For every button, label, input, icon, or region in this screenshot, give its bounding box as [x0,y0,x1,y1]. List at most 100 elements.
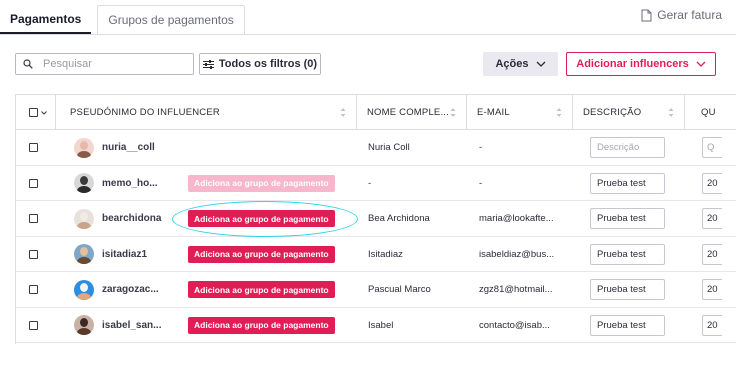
add-to-payment-group-button[interactable]: Adiciona ao grupo de pagamento [188,316,335,334]
quantity-input[interactable]: 20 [702,172,722,194]
row-checkbox[interactable] [29,320,38,330]
actions-label: Ações [495,58,529,70]
search-placeholder: Pesquisar [43,58,92,70]
avatar[interactable] [74,244,94,264]
avatar[interactable] [74,173,94,193]
add-to-payment-group-button[interactable]: Adiciona ao grupo de pagamento [188,174,335,192]
chevron-down-icon[interactable] [41,110,47,115]
influencer-cell[interactable]: bearchidona [74,201,184,236]
influencer-cell[interactable]: isitadiaz1 [74,237,184,272]
row-checkbox-cell [29,201,49,236]
table-header: PSEUDÓNIMO DO INFLUENCER NOME COMPLE... … [16,94,736,130]
all-filters-button[interactable]: Todos os filtros (0) [199,53,321,75]
add-to-payment-group-button[interactable]: Adiciona ao grupo de pagamento [188,281,335,298]
avatar[interactable] [74,315,94,335]
column-header-full-name[interactable]: NOME COMPLE... [357,95,467,130]
avatar[interactable] [74,279,94,300]
full-name: - [368,177,372,189]
email-cell: zgz81@hotmail... [479,272,574,307]
tab-grupos-de-pagamentos[interactable]: Grupos de pagamentos [97,5,245,34]
chevron-down-icon [696,61,706,67]
email-cell: - [479,166,574,201]
full-name: Isabel [368,319,394,331]
influencer-cell[interactable]: memo_ho... [74,166,184,201]
full-name: Isitadiaz [368,248,403,260]
description-input[interactable]: Prueba test [590,243,665,265]
sort-icon[interactable] [556,107,562,118]
column-header-description[interactable]: DESCRIÇÃO [573,95,685,130]
quantity-input[interactable]: 20 [702,243,722,265]
actions-dropdown[interactable]: Ações [483,52,558,76]
influencer-username[interactable]: memo_ho... [102,178,158,189]
influencer-cell[interactable]: isabel_san... [74,308,184,343]
chevron-down-icon [536,61,545,67]
row-checkbox-cell [29,272,49,307]
search-input[interactable]: Pesquisar [15,53,194,75]
influencers-table: PSEUDÓNIMO DO INFLUENCER NOME COMPLE... … [15,94,736,344]
email: contacto@isab... [479,319,550,331]
tab-bar: Pagamentos Grupos de pagamentos [0,5,245,34]
payment-group-cell: Adiciona ao grupo de pagamento [188,237,358,272]
full-name-cell: Bea Archidona [368,201,468,236]
table-row[interactable]: bearchidona Adiciona ao grupo de pagamen… [16,201,736,237]
sort-icon[interactable] [450,107,456,118]
add-influencers-label: Adicionar influencers [576,58,689,70]
email-cell: - [479,130,574,165]
select-all-checkbox[interactable] [29,108,38,117]
description-input[interactable]: Prueba test [590,208,665,229]
table-row[interactable]: isitadiaz1 Adiciona ao grupo de pagament… [16,237,736,272]
payment-group-cell: Adiciona ao grupo de pagamento [188,272,358,307]
add-to-payment-group-button[interactable]: Adiciona ao grupo de pagamento [188,210,335,227]
sort-icon[interactable] [340,107,346,118]
quantity-input[interactable]: 20 [702,279,722,300]
avatar[interactable] [74,137,94,158]
column-label: E-MAIL [477,107,510,118]
email: zgz81@hotmail... [479,284,553,295]
quantity-input[interactable]: 20 [702,208,722,229]
table-row[interactable]: memo_ho... Adiciona ao grupo de pagament… [16,166,736,201]
quantity-input[interactable]: Q [702,137,722,158]
row-checkbox[interactable] [29,214,38,223]
filter-sliders-icon [202,59,214,69]
gerar-fatura-label: Gerar fatura [657,8,722,22]
full-name: Pascual Marco [368,284,431,295]
sort-icon[interactable] [668,107,674,118]
column-header-email[interactable]: E-MAIL [467,95,573,130]
column-header-pseudonym[interactable]: PSEUDÓNIMO DO INFLUENCER [56,95,357,130]
row-checkbox[interactable] [29,178,38,188]
add-to-payment-group-button[interactable]: Adiciona ao grupo de pagamento [188,245,335,263]
description-input[interactable]: Prueba test [590,279,665,300]
select-all-header[interactable] [16,95,56,130]
description-input[interactable]: Prueba test [590,172,665,194]
influencer-username[interactable]: zaragozac... [102,284,159,295]
add-influencers-button[interactable]: Adicionar influencers [566,52,716,76]
row-checkbox[interactable] [29,285,38,294]
row-checkbox[interactable] [29,249,38,259]
influencer-username[interactable]: nuria__coll [102,142,155,153]
payment-group-cell: Adiciona ao grupo de pagamento [188,166,358,201]
description-input[interactable]: Prueba test [590,314,665,336]
row-checkbox-cell [29,237,49,272]
influencer-cell[interactable]: nuria__coll [74,130,184,165]
quantity-input[interactable]: 20 [702,314,722,336]
influencer-username[interactable]: isabel_san... [102,320,161,331]
influencer-username[interactable]: isitadiaz1 [102,249,147,260]
gerar-fatura-button[interactable]: Gerar fatura [641,8,722,22]
table-row[interactable]: zaragozac... Adiciona ao grupo de pagame… [16,272,736,308]
column-header-quantity[interactable]: QU [685,95,736,130]
influencer-username[interactable]: bearchidona [102,213,161,224]
email: maria@lookafte... [479,213,554,224]
email: isabeldiaz@bus... [479,248,555,260]
avatar[interactable] [74,208,94,229]
tab-pagamentos[interactable]: Pagamentos [0,5,92,34]
table-row[interactable]: isabel_san... Adiciona ao grupo de pagam… [16,308,736,343]
table-row[interactable]: nuria__coll Nuria Coll - Descrição Q [16,130,736,166]
row-checkbox-cell [29,308,49,343]
description-input[interactable]: Descrição [590,137,665,158]
row-checkbox[interactable] [29,143,38,152]
row-checkbox-cell [29,130,49,165]
influencer-cell[interactable]: zaragozac... [74,272,184,307]
email-cell: maria@lookafte... [479,201,574,236]
full-name-cell: Isitadiaz [368,237,468,272]
column-label: PSEUDÓNIMO DO INFLUENCER [70,107,220,118]
